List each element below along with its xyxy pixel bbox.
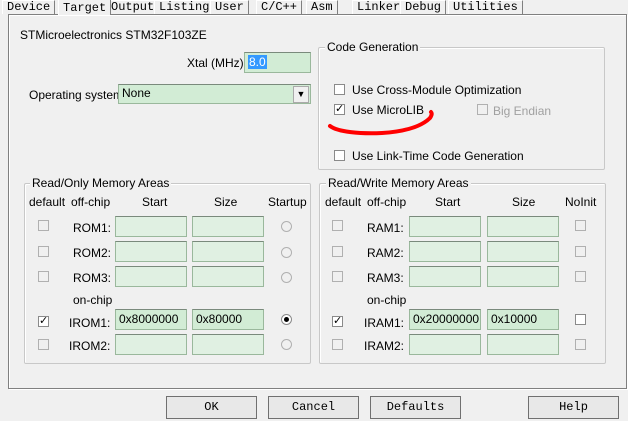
rom2-startup-radio[interactable] xyxy=(281,247,292,258)
tab-device[interactable]: Device xyxy=(2,0,56,14)
link-time-checkbox[interactable] xyxy=(334,150,345,161)
iram1-default-checkbox[interactable]: ✓ xyxy=(332,316,343,327)
cancel-button[interactable]: Cancel xyxy=(268,396,359,419)
device-name: STMicroelectronics STM32F103ZE xyxy=(20,28,207,42)
tab-listing[interactable]: Listing xyxy=(154,0,215,14)
irom1-size-input[interactable]: 0x80000 xyxy=(192,309,264,330)
irom2-label: IROM2: xyxy=(69,339,111,353)
ro-onchip-label: on-chip xyxy=(73,293,113,307)
os-value: None xyxy=(122,86,151,100)
rom2-start-input[interactable] xyxy=(115,241,187,262)
rom3-startup-radio[interactable] xyxy=(281,272,292,283)
tab-cpp[interactable]: C/C++ xyxy=(256,0,303,14)
rom1-startup-radio[interactable] xyxy=(281,221,292,232)
iram2-noinit-checkbox[interactable] xyxy=(575,339,586,350)
ram1-default-checkbox[interactable] xyxy=(332,220,343,231)
iram1-label: IRAM1: xyxy=(364,316,405,330)
rom2-label: ROM2: xyxy=(73,246,112,260)
rw-header-default: default xyxy=(325,195,362,209)
ram2-label: RAM2: xyxy=(367,246,404,260)
rom1-default-checkbox[interactable] xyxy=(38,220,49,231)
rom3-default-checkbox[interactable] xyxy=(38,271,49,282)
chevron-down-icon[interactable]: ▼ xyxy=(293,86,309,103)
ram3-start-input[interactable] xyxy=(409,266,481,287)
irom1-label: IROM1: xyxy=(69,316,111,330)
ro-header-start: Start xyxy=(142,195,168,209)
irom2-default-checkbox[interactable] xyxy=(38,339,49,350)
rw-header-offchip: off-chip xyxy=(367,195,407,209)
defaults-button[interactable]: Defaults xyxy=(370,396,461,419)
iram1-noinit-checkbox[interactable] xyxy=(575,314,586,325)
tab-asm[interactable]: Asm xyxy=(306,0,338,14)
ram1-size-input[interactable] xyxy=(487,216,559,237)
rom3-label: ROM3: xyxy=(73,271,112,285)
link-time-label: Use Link-Time Code Generation xyxy=(352,149,524,163)
tab-debug[interactable]: Debug xyxy=(400,0,447,14)
rw-memory-title: Read/Write Memory Areas xyxy=(326,176,471,190)
ram2-start-input[interactable] xyxy=(409,241,481,262)
ro-header-offchip: off-chip xyxy=(71,195,111,209)
code-generation-title: Code Generation xyxy=(325,40,421,54)
irom1-default-checkbox[interactable]: ✓ xyxy=(38,316,49,327)
rom2-size-input[interactable] xyxy=(192,241,264,262)
ram1-start-input[interactable] xyxy=(409,216,481,237)
ram3-default-checkbox[interactable] xyxy=(332,271,343,282)
ram2-default-checkbox[interactable] xyxy=(332,246,343,257)
irom2-start-input[interactable] xyxy=(115,334,187,355)
os-select[interactable]: None ▼ xyxy=(118,84,311,104)
tab-user[interactable]: User xyxy=(210,0,249,14)
rom1-label: ROM1: xyxy=(73,221,112,235)
tab-target[interactable]: Target xyxy=(58,0,112,15)
help-button[interactable]: Help xyxy=(528,396,619,419)
red-underline-annotation xyxy=(328,110,434,136)
irom2-startup-radio[interactable] xyxy=(281,339,292,350)
ram2-noinit-checkbox[interactable] xyxy=(575,246,586,257)
xtal-value: 8.0 xyxy=(248,55,267,69)
rom3-start-input[interactable] xyxy=(115,266,187,287)
ro-memory-title: Read/Only Memory Areas xyxy=(30,176,172,190)
ram3-noinit-checkbox[interactable] xyxy=(575,271,586,282)
irom1-start-input[interactable]: 0x8000000 xyxy=(115,309,187,330)
ok-button[interactable]: OK xyxy=(166,396,257,419)
tab-linker[interactable]: Linker xyxy=(352,0,406,14)
iram2-default-checkbox[interactable] xyxy=(332,339,343,350)
ro-header-size: Size xyxy=(214,195,238,209)
rom2-default-checkbox[interactable] xyxy=(38,246,49,257)
xtal-label: Xtal (MHz): xyxy=(187,56,247,70)
rw-header-start: Start xyxy=(435,195,461,209)
os-label: Operating system: xyxy=(29,88,127,102)
ram3-label: RAM3: xyxy=(367,271,404,285)
ro-header-startup: Startup xyxy=(268,195,307,209)
ram2-size-input[interactable] xyxy=(487,241,559,262)
big-endian-label: Big Endian xyxy=(493,104,552,118)
iram1-size-input[interactable]: 0x10000 xyxy=(487,309,559,330)
iram1-start-input[interactable]: 0x20000000 xyxy=(409,309,481,330)
tab-utilities[interactable]: Utilities xyxy=(448,0,523,14)
cross-module-checkbox[interactable] xyxy=(334,84,345,95)
iram2-label: IRAM2: xyxy=(364,339,405,353)
ram1-noinit-checkbox[interactable] xyxy=(575,220,586,231)
big-endian-checkbox[interactable] xyxy=(477,104,488,115)
cross-module-label: Use Cross-Module Optimization xyxy=(352,83,522,97)
ram1-label: RAM1: xyxy=(367,221,404,235)
iram2-size-input[interactable] xyxy=(487,334,559,355)
irom2-size-input[interactable] xyxy=(192,334,264,355)
iram2-start-input[interactable] xyxy=(409,334,481,355)
rom1-size-input[interactable] xyxy=(192,216,264,237)
ro-header-default: default xyxy=(29,195,66,209)
tab-bar: Device Target Output Listing User C/C++ … xyxy=(0,0,628,15)
rom1-start-input[interactable] xyxy=(115,216,187,237)
ram3-size-input[interactable] xyxy=(487,266,559,287)
irom1-startup-radio[interactable] xyxy=(281,314,292,325)
tab-output[interactable]: Output xyxy=(106,0,160,14)
rw-header-size: Size xyxy=(512,195,536,209)
rw-onchip-label: on-chip xyxy=(367,293,407,307)
rw-header-noinit: NoInit xyxy=(565,195,597,209)
rom3-size-input[interactable] xyxy=(192,266,264,287)
xtal-input[interactable]: 8.0 xyxy=(244,52,311,73)
